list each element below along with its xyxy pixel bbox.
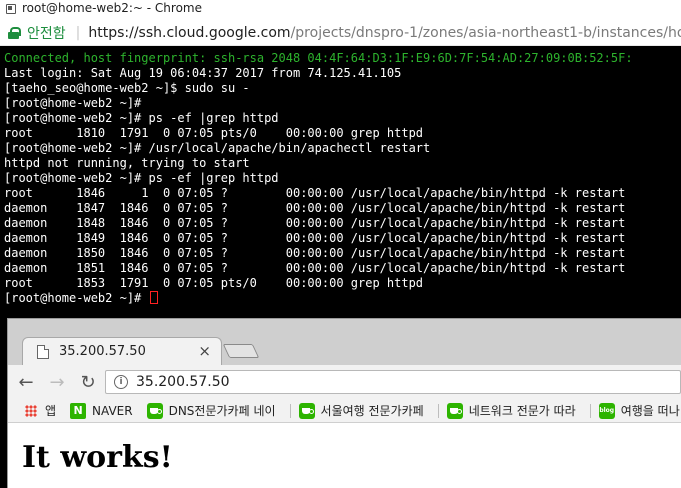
bookmark-item[interactable]: 서울여행 전문가카페 [298,402,424,419]
tab-strip: 35.200.57.50 × [8,319,681,365]
bookmark-item[interactable]: blog 여행을 떠나 [598,402,680,419]
forward-arrow-icon[interactable]: → [44,369,70,395]
browser-tab[interactable]: 35.200.57.50 × [22,337,222,365]
bookmarks-bar: 앱 N NAVER DNS전문가카페 네이 서울여행 전문가카페 네트워크 전문… [8,399,681,423]
naver-icon: N [70,402,87,419]
terminal-line: [taeho_seo@home-web2 ~]$ sudo su - [4,81,250,95]
inner-browser-window[interactable]: 35.200.57.50 × ← → ↻ i 35.200.57.50 앱 N … [7,318,681,488]
naver-cafe-icon [146,402,163,419]
terminal-line: httpd not running, trying to start [4,156,250,170]
new-tab-button[interactable] [222,344,260,358]
bookmark-item[interactable]: DNS전문가카페 네이 [146,402,276,419]
terminal-line: daemon 1848 1846 0 07:05 ? 00:00:00 /usr… [4,216,626,230]
terminal-prompt: [root@home-web2 ~]# [4,291,149,305]
naver-cafe-icon [298,402,315,419]
terminal-line: Connected, host fingerprint: ssh-rsa 204… [4,51,633,65]
bookmark-separator [437,403,439,418]
bookmark-separator [589,403,591,418]
tab-title: 35.200.57.50 [59,344,146,359]
terminal-line: daemon 1851 1846 0 07:05 ? 00:00:00 /usr… [4,261,626,275]
lock-icon [8,26,21,39]
address-bar[interactable]: 안전함 | https://ssh.cloud.google.com/proje… [0,20,681,46]
terminal-line: [root@home-web2 ~]# /usr/local/apache/bi… [4,141,431,155]
bookmark-label: DNS전문가카페 네이 [168,404,276,418]
apps-grid-icon [25,404,37,417]
terminal-line: [root@home-web2 ~]# [4,96,142,110]
page-content: It works! [8,424,681,488]
secure-label: 안전함 [27,25,66,42]
bookmark-naver[interactable]: N NAVER [70,402,133,419]
reload-icon[interactable]: ↻ [75,369,101,395]
terminal-line: root 1853 1791 0 07:05 pts/0 00:00:00 gr… [4,276,424,290]
terminal-line: [root@home-web2 ~]# ps -ef |grep httpd [4,171,279,185]
omnibox[interactable]: i 35.200.57.50 [105,370,681,394]
url-host: https://ssh.cloud.google.com [88,24,291,41]
omnibox-url: 35.200.57.50 [136,374,230,390]
bookmark-label: 네트워크 전문가 따라 [468,404,576,418]
window-titlebar: root@home-web2:~ - Chrome [0,0,681,16]
bookmark-label: NAVER [92,403,133,418]
terminal-line: Last login: Sat Aug 19 06:04:37 2017 fro… [4,66,402,80]
bookmark-apps[interactable]: 앱 [8,402,56,419]
window-title: root@home-web2:~ - Chrome [22,1,202,15]
terminal-cursor [149,291,158,304]
terminal-line: daemon 1849 1846 0 07:05 ? 00:00:00 /usr… [4,231,626,245]
bookmark-label: 앱 [45,404,57,418]
browser-toolbar: ← → ↻ i 35.200.57.50 [8,365,681,399]
close-tab-icon[interactable]: × [198,344,211,359]
info-icon[interactable]: i [114,375,128,389]
terminal-line: daemon 1847 1846 0 07:05 ? 00:00:00 /usr… [4,201,626,215]
page-icon [37,344,49,359]
naver-blog-icon: blog [598,402,615,419]
terminal-line: [root@home-web2 ~]# ps -ef |grep httpd [4,111,279,125]
terminal-line: root 1810 1791 0 07:05 pts/0 00:00:00 gr… [4,126,424,140]
naver-cafe-icon [446,402,463,419]
url-path: /projects/dnspro-1/zones/asia-northeast1… [290,24,681,41]
page-heading: It works! [22,440,173,475]
chrome-app-icon [4,2,16,14]
bookmark-item[interactable]: 네트워크 전문가 따라 [446,402,576,419]
bookmark-label: 서울여행 전문가카페 [320,404,424,418]
back-arrow-icon[interactable]: ← [13,369,39,395]
terminal-output: Connected, host fingerprint: ssh-rsa 204… [4,51,681,306]
bookmark-separator [289,403,291,418]
terminal-prompt-line[interactable]: [root@home-web2 ~]# [4,291,681,306]
address-separator: | [75,24,81,41]
terminal-line: daemon 1850 1846 0 07:05 ? 00:00:00 /usr… [4,246,626,260]
terminal-line: root 1846 1 0 07:05 ? 00:00:00 /usr/loca… [4,186,626,200]
bookmark-label: 여행을 떠나 [620,404,680,418]
